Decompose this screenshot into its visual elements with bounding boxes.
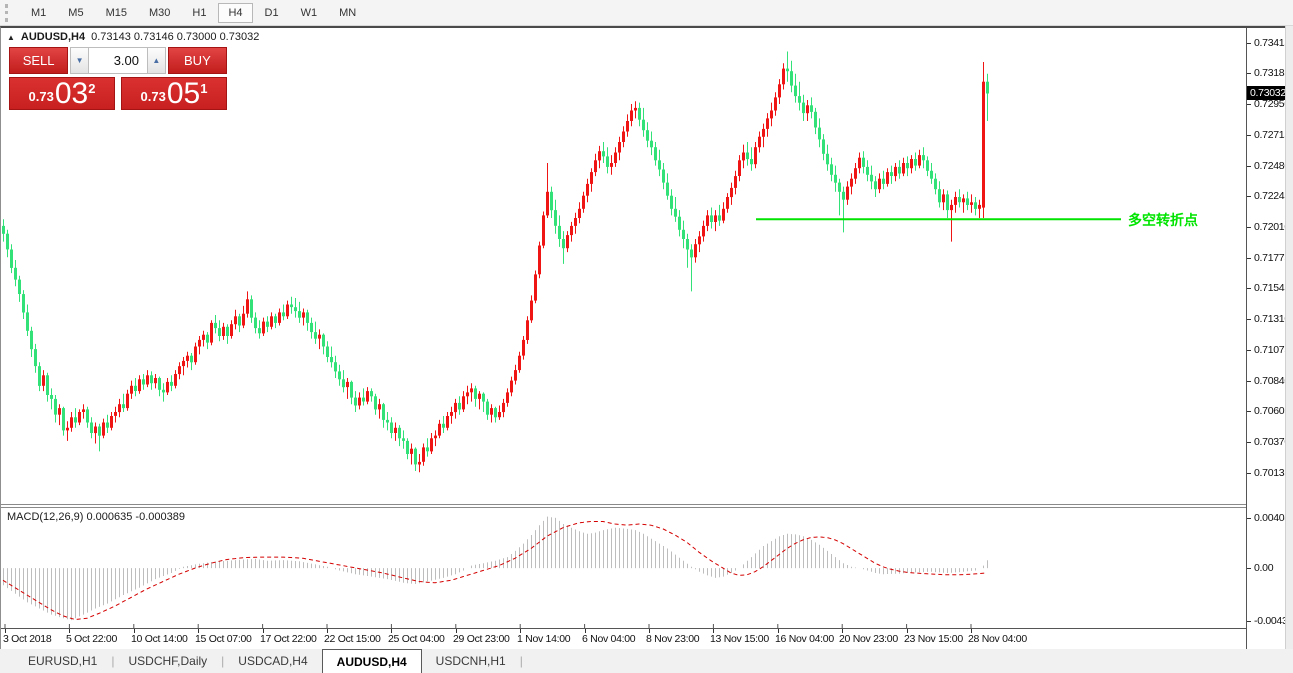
timeframe-button-m15[interactable]: M15 — [96, 3, 137, 23]
current-price-badge: 0.73032 — [1247, 86, 1286, 100]
price-axis-tick — [1247, 166, 1251, 167]
macd-axis-tick — [1247, 518, 1251, 519]
time-axis-label: 15 Oct 07:00 — [195, 633, 252, 645]
chart-tab-usdcnh-h1[interactable]: USDCNH,H1 — [422, 649, 520, 673]
chart-tab-eurusd-h1[interactable]: EURUSD,H1 — [14, 649, 111, 673]
time-axis-label: 20 Nov 23:00 — [839, 633, 898, 645]
price-axis-tick — [1247, 288, 1251, 289]
price-axis-tick — [1247, 43, 1251, 44]
symbol-ohlc: 0.73143 0.73146 0.73000 0.73032 — [91, 31, 259, 43]
timeframe-button-m5[interactable]: M5 — [58, 3, 93, 23]
chart-window: ▲ AUDUSD,H4 0.73143 0.73146 0.73000 0.73… — [0, 26, 1286, 649]
price-axis-tick — [1247, 319, 1251, 320]
buy-price-prefix: 0.73 — [141, 89, 166, 104]
chart-tab-bar: EURUSD,H1|USDCHF,Daily|USDCAD,H4AUDUSD,H… — [0, 649, 1293, 673]
buy-price-pipette: 1 — [200, 81, 207, 96]
mt4-terminal: M1M5M15M30H1H4D1W1MN ▲ AUDUSD,H4 0.73143… — [0, 0, 1293, 673]
sell-price-digits: 03 — [55, 79, 88, 108]
sell-price-prefix: 0.73 — [29, 89, 54, 104]
price-axis-tick — [1247, 411, 1251, 412]
timeframe-button-h1[interactable]: H1 — [182, 3, 216, 23]
chart-header: ▲ AUDUSD,H4 0.73143 0.73146 0.73000 0.73… — [7, 31, 259, 43]
toolbar-drag-handle[interactable] — [5, 4, 13, 22]
time-axis-label: 5 Oct 22:00 — [66, 633, 117, 645]
buy-price-display[interactable]: 0.73 05 1 — [121, 77, 227, 110]
tab-separator: | — [520, 649, 523, 673]
volume-increase-button[interactable]: ▲ — [147, 47, 166, 74]
price-axis[interactable]: 0.734150.731850.729500.727150.724800.722… — [1246, 28, 1286, 649]
timeframe-button-m1[interactable]: M1 — [21, 3, 56, 23]
chart-tab-usdchf-daily[interactable]: USDCHF,Daily — [114, 649, 221, 673]
buy-price-digits: 05 — [167, 79, 200, 108]
sell-button[interactable]: SELL — [9, 47, 68, 74]
time-axis-label: 8 Nov 23:00 — [646, 633, 699, 645]
chevron-down-icon: ▼ — [76, 56, 84, 65]
window-scrollbar-gutter[interactable] — [1285, 26, 1293, 649]
volume-input[interactable] — [89, 47, 147, 74]
timeframe-button-m30[interactable]: M30 — [139, 3, 180, 23]
price-axis-tick — [1247, 196, 1251, 197]
price-axis-tick — [1247, 258, 1251, 259]
collapse-triangle-icon[interactable]: ▲ — [7, 33, 15, 42]
macd-axis-label: 0.00 — [1254, 562, 1273, 574]
timeframe-toolbar: M1M5M15M30H1H4D1W1MN — [0, 0, 1293, 26]
price-axis-tick — [1247, 473, 1251, 474]
price-axis-tick — [1247, 73, 1251, 74]
timeframe-button-w1[interactable]: W1 — [291, 3, 328, 23]
time-axis-label: 17 Oct 22:00 — [260, 633, 317, 645]
price-axis-tick — [1247, 104, 1251, 105]
one-click-trade-panel: SELL ▼ ▲ BUY 0.73 03 2 — [9, 47, 227, 110]
macd-signal-line — [3, 522, 987, 620]
time-axis-label: 3 Oct 2018 — [3, 633, 51, 645]
price-axis-tick — [1247, 350, 1251, 351]
time-axis-label: 29 Oct 23:00 — [453, 633, 510, 645]
sell-price-pipette: 2 — [88, 81, 95, 96]
time-axis-label: 1 Nov 14:00 — [517, 633, 570, 645]
time-axis-label: 10 Oct 14:00 — [131, 633, 188, 645]
macd-histogram — [4, 517, 988, 621]
timeframe-button-h4[interactable]: H4 — [218, 3, 252, 23]
macd-chart[interactable] — [1, 508, 1246, 628]
symbol-title: AUDUSD,H4 — [21, 31, 85, 43]
timeframe-button-mn[interactable]: MN — [329, 3, 366, 23]
macd-axis-tick — [1247, 621, 1251, 622]
trendline-label: 多空转折点 — [1128, 210, 1198, 230]
macd-label: MACD(12,26,9) 0.000635 -0.000389 — [7, 511, 185, 523]
time-axis-label: 22 Oct 15:00 — [324, 633, 381, 645]
timeframe-button-d1[interactable]: D1 — [255, 3, 289, 23]
price-chart-pane[interactable]: ▲ AUDUSD,H4 0.73143 0.73146 0.73000 0.73… — [1, 28, 1246, 504]
chevron-up-icon: ▲ — [152, 56, 160, 65]
sell-price-display[interactable]: 0.73 03 2 — [9, 77, 115, 110]
chart-tab-audusd-h4[interactable]: AUDUSD,H4 — [322, 649, 422, 673]
buy-button[interactable]: BUY — [168, 47, 227, 74]
macd-indicator-pane[interactable]: MACD(12,26,9) 0.000635 -0.000389 — [1, 508, 1246, 628]
chart-tab-usdcad-h4[interactable]: USDCAD,H4 — [224, 649, 321, 673]
time-axis-label: 23 Nov 15:00 — [904, 633, 963, 645]
price-axis-tick — [1247, 227, 1251, 228]
price-axis-tick — [1247, 135, 1251, 136]
time-axis[interactable]: 3 Oct 2018 5 Oct 22:00 10 Oct 14:00 15 Oct … — [1, 628, 1285, 650]
time-axis-label: 28 Nov 04:00 — [968, 633, 1027, 645]
time-axis-label: 13 Nov 15:00 — [710, 633, 769, 645]
macd-axis-tick — [1247, 568, 1251, 569]
time-axis-label: 25 Oct 04:00 — [388, 633, 445, 645]
price-axis-tick — [1247, 442, 1251, 443]
volume-decrease-button[interactable]: ▼ — [70, 47, 89, 74]
time-axis-label: 6 Nov 04:00 — [582, 633, 635, 645]
time-axis-label: 16 Nov 04:00 — [775, 633, 834, 645]
price-axis-tick — [1247, 381, 1251, 382]
